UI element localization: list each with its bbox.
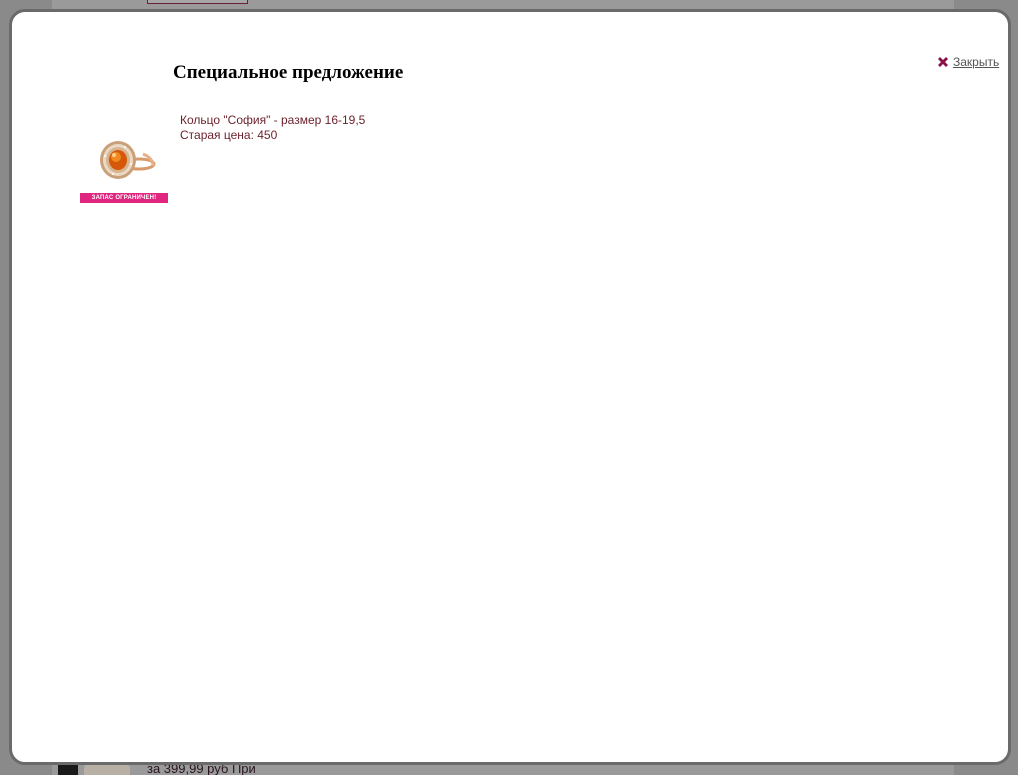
product-info: Кольцо "София" - размер 16-19,5 Старая ц… — [180, 113, 365, 143]
close-button[interactable]: Закрыть — [936, 55, 999, 69]
limited-stock-badge: ЗАПАС ОГРАНИЧЕН! — [80, 193, 168, 203]
close-icon[interactable] — [936, 55, 950, 69]
background-button — [147, 0, 248, 4]
special-offer-modal: Специальное предложение Закрыть ЗАПАС ОГ… — [9, 9, 1011, 765]
modal-title: Специальное предложение — [173, 62, 404, 83]
product-old-price: Старая цена: 450 — [180, 128, 278, 142]
close-label[interactable]: Закрыть — [953, 55, 999, 69]
product-name: Кольцо "София" - размер 16-19,5 — [180, 113, 366, 127]
